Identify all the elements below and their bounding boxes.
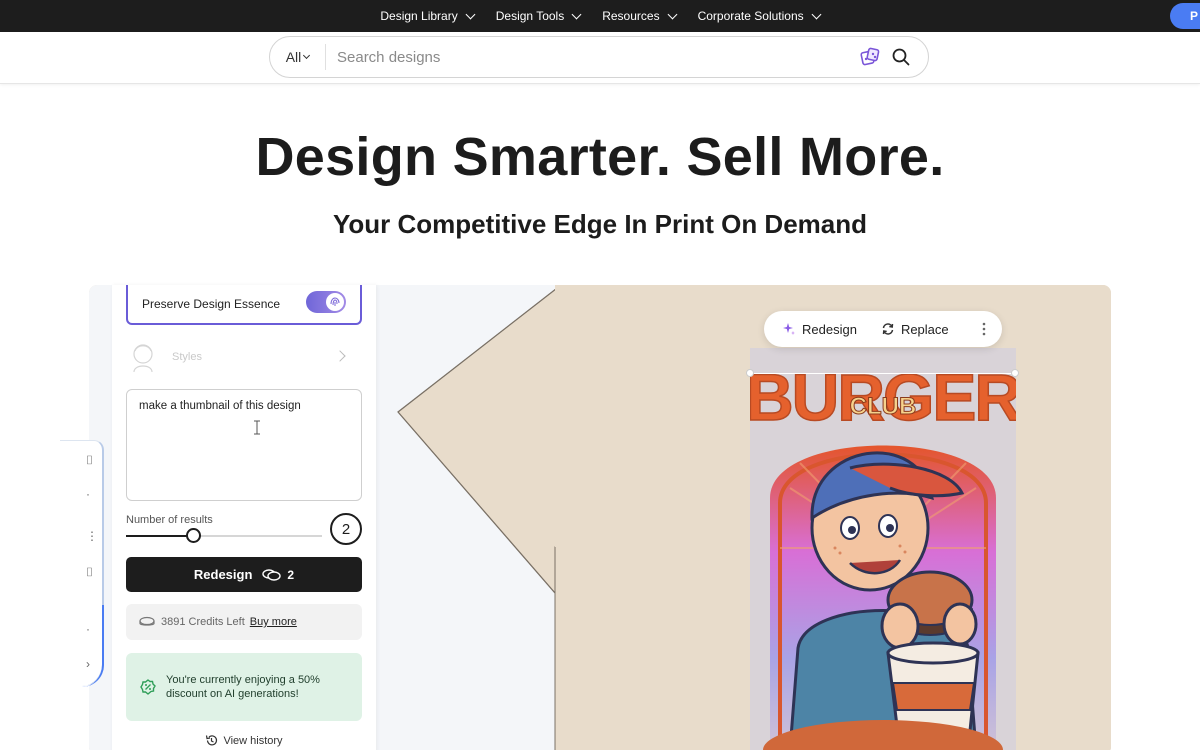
design-toolbar: Redesign Replace [764,311,1002,347]
nav-item-resources[interactable]: Resources [602,9,678,23]
search-category-dropdown[interactable]: All [270,44,326,70]
preserve-essence-card: Preserve Design Essence [126,285,362,325]
redesign-cost-value: 2 [287,567,295,582]
search-category-label: All [285,49,302,65]
view-history-label: View history [223,734,283,747]
discount-text: You're currently enjoying a 50% discount… [166,674,320,700]
results-slider[interactable] [126,528,322,543]
nav-menu: Design Library Design Tools Resources Co… [380,9,822,23]
chevron-down-icon [571,9,582,19]
toolbar-replace-label: Replace [900,321,949,337]
results-count-label: Number of results [126,514,213,526]
drawer-glyph: · [86,487,90,501]
selection-handle[interactable] [1011,369,1019,377]
toolbar-replace-button[interactable]: Replace [881,322,949,337]
prompt-textarea[interactable]: make a thumbnail of this design [126,389,362,501]
nav-item-label: Corporate Solutions [697,9,804,23]
redesign-cost: 2 [262,568,294,582]
results-slider-thumb[interactable] [185,528,201,543]
redesign-button-label: Redesign [193,567,253,582]
chevron-right-icon [334,350,346,362]
nav-item-design-tools[interactable]: Design Tools [495,9,582,23]
nav-cta-button[interactable]: P [1170,3,1200,29]
sparkle-icon [783,323,795,335]
discount-badge-icon [140,679,156,695]
replace-icon [882,323,894,335]
chevron-down-icon [811,9,822,19]
text-cursor-icon [254,420,260,435]
burger-club-artwork: BURGER CLUB [750,348,1016,750]
selection-handle[interactable] [746,369,754,377]
redesign-button[interactable]: Redesign 2 [126,557,362,592]
chevron-down-icon [667,9,678,19]
results-slider-fill [126,535,193,537]
top-navigation: Design Library Design Tools Resources Co… [0,0,1200,32]
preserve-essence-label: Preserve Design Essence [142,297,281,311]
search-header: All [0,32,1200,84]
view-history-link[interactable]: View history [126,734,362,747]
drawer-glyph: ⋮ [86,529,98,543]
chevron-down-icon [465,9,476,19]
collapsed-side-tab[interactable] [60,605,104,687]
nav-item-label: Design Library [380,9,458,23]
history-icon [206,735,218,746]
coins-icon [262,568,282,581]
credits-left-text: 3891 Credits Left [161,616,245,628]
drawer-glyph: ⌷ [86,565,94,579]
toggle-knob [326,293,344,311]
buy-more-link[interactable]: Buy more [250,616,297,628]
search-icon [892,48,910,66]
hero-title: Design Smarter. Sell More. [255,127,945,187]
preserve-essence-toggle[interactable] [306,291,346,313]
drawer-glyph: ⌷ [86,453,94,467]
style-thumbnail-icon [133,344,153,373]
toolbar-redesign-label: Redesign [802,321,857,337]
drawer-glyph: · [86,622,90,636]
styles-selector[interactable]: Styles [126,339,362,375]
search-bar: All [269,36,929,78]
selection-outline [750,373,1016,374]
artwork-subtitle: CLUB [850,393,917,420]
results-count-value: 2 [330,513,362,545]
nav-item-design-library[interactable]: Design Library [380,9,476,23]
toolbar-redesign-button[interactable]: Redesign [782,322,857,337]
credits-bar: 3891 Credits Left Buy more [126,604,362,640]
chevron-down-icon [303,51,311,60]
search-button[interactable] [886,42,916,72]
chevron-right-icon: › [86,657,90,671]
ai-search-button[interactable] [856,43,884,71]
hero-subtitle: Your Competitive Edge In Print On Demand [332,209,867,239]
fingerprint-icon [330,297,340,306]
discount-notice: You're currently enjoying a 50% discount… [126,653,362,721]
styles-label: Styles [172,351,202,363]
search-input[interactable] [326,48,856,66]
more-options-icon[interactable] [982,321,986,337]
ai-dice-icon [860,47,880,66]
nav-item-corporate-solutions[interactable]: Corporate Solutions [697,9,822,23]
coins-icon [139,616,155,626]
nav-item-label: Resources [602,9,660,23]
nav-item-label: Design Tools [495,9,565,23]
